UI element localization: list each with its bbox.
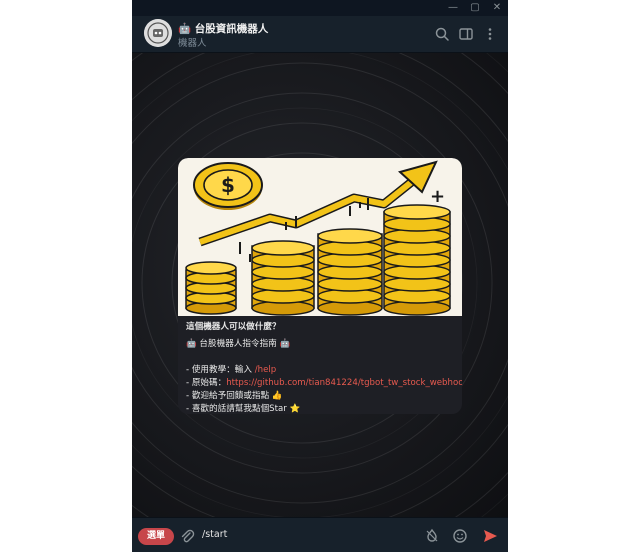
help-line-text: - 使用教學：輸入 (186, 365, 255, 375)
chat-header[interactable]: 🤖 台股資訊機器人 機器人 (132, 16, 508, 53)
message-caption: 這個機器人可以做什麼？ 🤖 台股機器人指令指南 🤖 - 使用教學：輸入 /hel… (186, 321, 462, 414)
message-input[interactable]: /start (202, 529, 227, 540)
svg-text:+: + (430, 186, 445, 207)
bot-commands-icon[interactable] (424, 528, 440, 544)
telegram-window: — ▢ ✕ 🤖 台股資訊機器人 機器人 $ + 這個機器人可以做什麼？ 🤖 台股… (132, 0, 508, 552)
caption-source-line: - 原始碼：https://github.com/tian841224/tgbo… (186, 377, 462, 390)
caption-star-line: - 喜歡的話請幫我點個Star ⭐ (186, 404, 301, 414)
help-command-link[interactable]: /help (255, 365, 276, 375)
bot-description-message: $ + 這個機器人可以做什麼？ 🤖 台股機器人指令指南 🤖 - 使用教學：輸入 … (178, 158, 462, 414)
emoji-icon[interactable] (452, 528, 468, 544)
maximize-button[interactable]: ▢ (464, 0, 486, 16)
chat-background: $ + 這個機器人可以做什麼？ 🤖 台股機器人指令指南 🤖 - 使用教學：輸入 … (132, 53, 508, 517)
chat-subtitle: 機器人 (178, 38, 207, 49)
bot-menu-button[interactable]: 選單 (138, 528, 174, 545)
title-bar: — ▢ ✕ (132, 0, 508, 16)
svg-text:$: $ (221, 173, 235, 197)
chat-title[interactable]: 🤖 台股資訊機器人 (178, 21, 268, 36)
caption-blank (186, 351, 456, 364)
message-image[interactable]: $ + (178, 158, 462, 316)
message-input-bar: 選單 /start (132, 517, 508, 552)
caption-help-line: - 使用教學：輸入 /help (186, 364, 456, 377)
caption-guide-title: 🤖 台股機器人指令指南 🤖 (186, 339, 291, 349)
more-icon[interactable] (482, 26, 498, 42)
caption-feedback-line: - 歡迎給予回饋或指點 👍 (186, 391, 283, 401)
source-line-text: - 原始碼： (186, 378, 227, 388)
send-icon[interactable] (482, 528, 498, 544)
minimize-button[interactable]: — (442, 0, 464, 16)
avatar[interactable] (144, 19, 172, 47)
source-url-link[interactable]: https://github.com/tian841224/tgbot_tw_s… (226, 378, 462, 388)
close-button[interactable]: ✕ (486, 0, 508, 16)
search-icon[interactable] (434, 26, 450, 42)
attach-icon[interactable] (179, 528, 195, 544)
caption-heading: 這個機器人可以做什麼？ (186, 322, 281, 332)
sidebar-toggle-icon[interactable] (458, 26, 474, 42)
coins-chart-illustration: $ + (185, 160, 451, 316)
